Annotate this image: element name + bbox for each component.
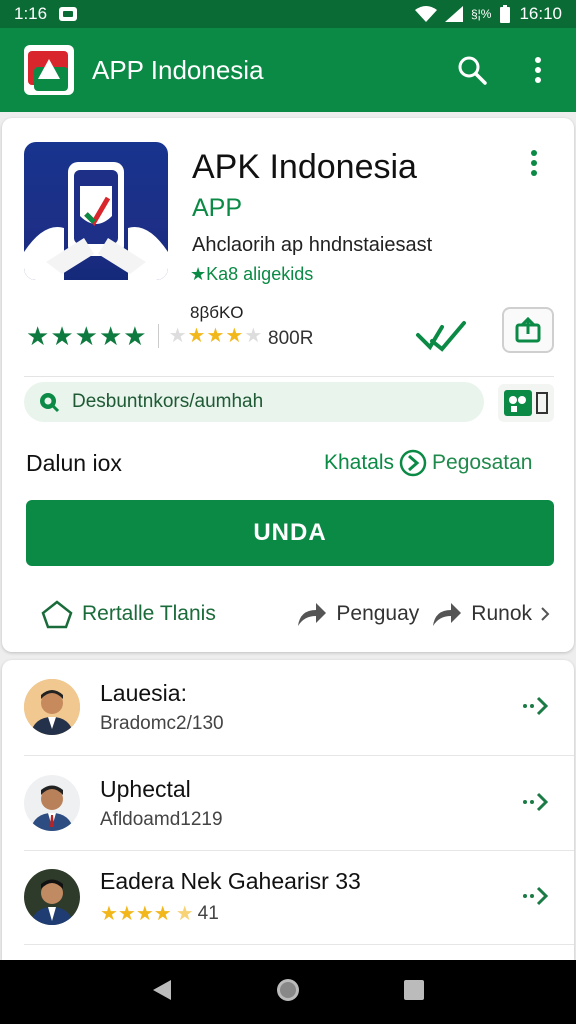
grid-icon: [504, 390, 532, 416]
star-icon: ★: [50, 321, 74, 351]
star-icon: ★: [206, 325, 225, 347]
home-outline-icon: [41, 600, 73, 629]
status-time-left: 1:16: [14, 4, 48, 23]
divider: [24, 376, 554, 377]
arrow-right-icon[interactable]: [522, 694, 550, 718]
list-item-rating: ★★★★ ★ 41: [100, 901, 361, 926]
forward-arrow-icon: [433, 603, 462, 626]
recents-button[interactable]: [403, 979, 425, 1006]
arrow-right-icon[interactable]: [522, 884, 550, 908]
battery-icon: [500, 5, 511, 23]
wifi-icon: [414, 6, 437, 22]
list-item-title: Uphectal: [100, 775, 191, 802]
more-vertical-icon: [531, 150, 537, 176]
star-icon: ★: [244, 325, 263, 347]
status-time-right: 16:10: [519, 4, 562, 23]
star-icon: ★: [26, 321, 50, 351]
search-icon: [458, 56, 487, 85]
divider: [24, 944, 574, 945]
app-developer-link[interactable]: APP: [192, 194, 242, 223]
list-item-subtitle: Afldoamd1219: [100, 808, 223, 830]
related-list: Lauesia: Bradomc2/130 Uphectal Afldoamd1…: [2, 660, 574, 960]
chevron-right-icon: [541, 607, 550, 621]
details-label-2: Pegosatan: [432, 451, 533, 474]
verified-check-icon[interactable]: [414, 313, 468, 358]
signal-icon: [444, 6, 463, 22]
list-item-subtitle: Bradomc2/130: [100, 712, 224, 734]
list-item-title: Lauesia:: [100, 679, 187, 706]
star-icon: ★: [168, 325, 187, 347]
search-chip[interactable]: Desbuntnkors/aumhah: [24, 382, 484, 422]
home-button[interactable]: [274, 976, 302, 1009]
details-label: Khatals: [324, 451, 395, 474]
section-label: Dalun iox: [26, 450, 122, 476]
app-logo: [24, 45, 74, 95]
avatar: [24, 775, 80, 831]
more-vertical-icon: [535, 57, 541, 83]
search-button[interactable]: [454, 52, 490, 88]
overflow-menu-button[interactable]: [520, 52, 556, 88]
app-bar-title: APP Indonesia: [92, 54, 264, 85]
rate-link[interactable]: Rertalle Tlanis: [40, 599, 216, 629]
search-chip-label: Desbuntnkors/aumhah: [72, 391, 264, 412]
rating-count-label: 8βбKO: [190, 303, 244, 322]
star-badge-icon: ★: [190, 264, 207, 284]
star-icon: ★: [123, 321, 147, 351]
star-icon: ★: [74, 321, 98, 351]
share-button[interactable]: [502, 307, 554, 353]
forward-arrow-icon: [298, 603, 327, 626]
back-triangle-icon: [152, 979, 171, 1000]
app-description: Ahclaorih ap hndnstaiesast: [192, 234, 433, 256]
star-icon: ★: [98, 321, 123, 351]
details-link[interactable]: Khatals Pegosatan: [324, 448, 532, 478]
home-circle-icon: [276, 978, 299, 1001]
status-bar: 1:16 §¦% 16:10: [0, 0, 576, 28]
app-name: APK Indonesia: [192, 148, 417, 186]
action-links: Rertalle Tlanis Penguay Runok: [2, 594, 574, 634]
app-more-button[interactable]: [530, 150, 538, 181]
rating-stars: ★ ★ ★ ★ ★ ★ ★ ★ ★ ★: [26, 323, 263, 349]
arrow-right-icon[interactable]: [522, 790, 550, 814]
half-star-icon: ★: [175, 903, 194, 925]
avatar: [24, 869, 80, 925]
system-nav-bar: [0, 960, 576, 1024]
share-link-label: Penguay: [336, 602, 420, 625]
chevron-right-icon: [399, 449, 427, 477]
back-button[interactable]: [151, 978, 173, 1007]
app-icon: [24, 142, 168, 280]
share-icon: [515, 317, 541, 343]
list-item[interactable]: Lauesia: Bradomc2/130: [2, 660, 574, 754]
report-link-label: Runok: [471, 602, 532, 625]
app-detail-card: APK Indonesia APP Ahclaorih ap hndnstaie…: [2, 118, 574, 652]
recents-square-icon: [404, 979, 425, 1000]
list-item[interactable]: Uphectal Afldoamd1219: [2, 756, 574, 850]
chat-icon: [40, 393, 60, 413]
app-bar: APP Indonesia: [0, 28, 576, 112]
install-button[interactable]: UNDA: [26, 500, 554, 566]
list-item[interactable]: Eadera Nek Gahearisr 33 ★★★★ ★ 41: [2, 850, 574, 944]
app-tag: ★Ka8 aligekids: [190, 264, 313, 285]
star-icon: ★: [225, 325, 244, 347]
list-item-rating-value: 41: [197, 902, 219, 924]
toggle-view-button[interactable]: [498, 384, 554, 422]
list-item-title: Eadera Nek Gahearisr 33: [100, 868, 361, 894]
rating-count-value: 800R: [268, 328, 314, 349]
share-link[interactable]: Penguay: [294, 600, 419, 628]
report-link[interactable]: Runok: [429, 600, 550, 628]
rate-link-label: Rertalle Tlanis: [82, 602, 216, 625]
notification-icon: [59, 7, 78, 21]
star-icon: ★★★★: [100, 903, 172, 925]
signal-text: §¦%: [470, 7, 492, 21]
app-tag-text: Ka8 aligekids: [206, 264, 314, 284]
star-icon: ★: [187, 325, 206, 347]
document-icon: [536, 392, 548, 414]
avatar: [24, 679, 80, 735]
